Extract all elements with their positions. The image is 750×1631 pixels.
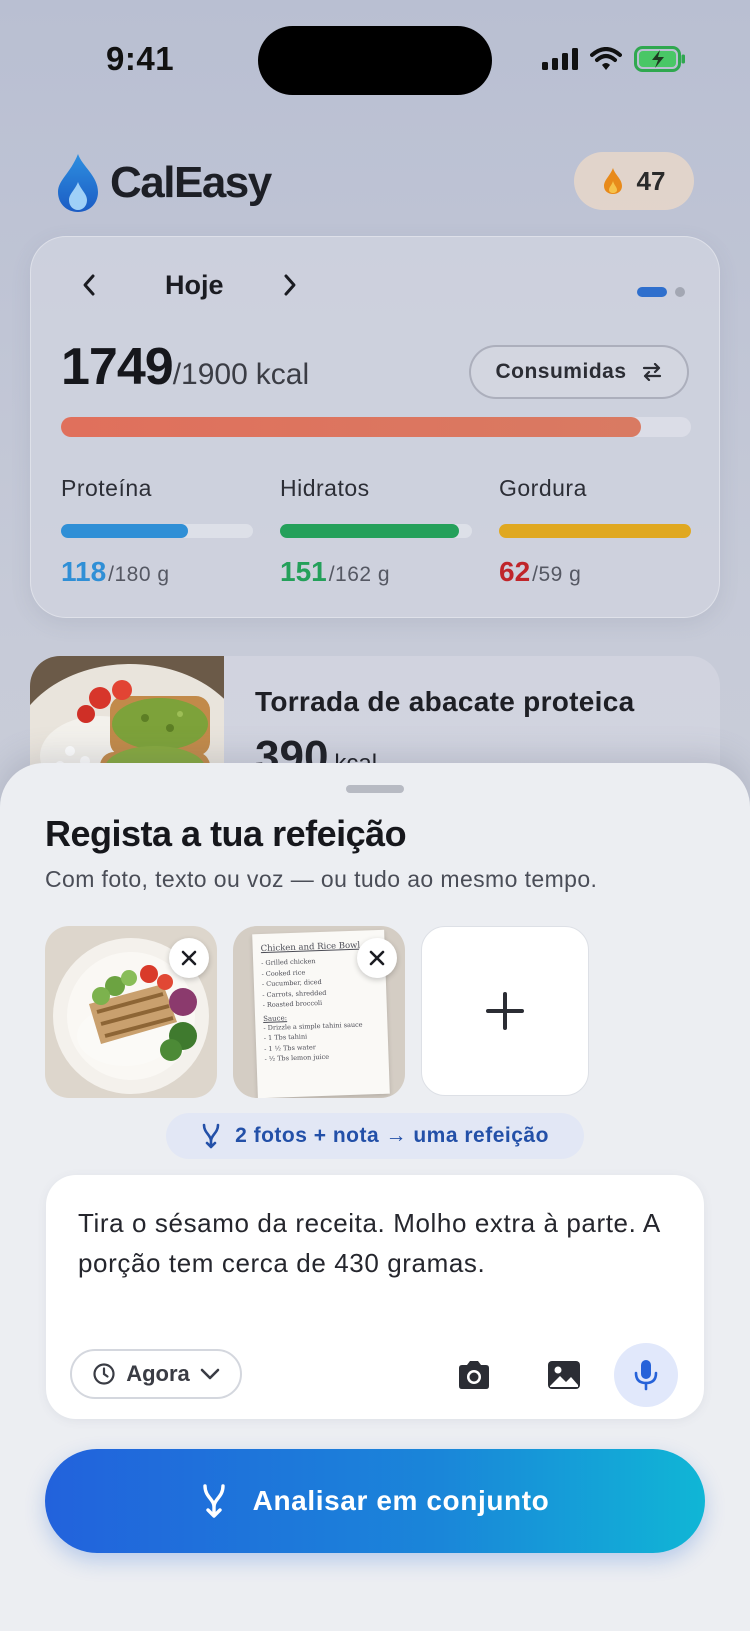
macro-progress-fill (499, 524, 691, 538)
macro-name: Hidratos (280, 475, 370, 501)
flame-icon (603, 168, 622, 194)
meal-title: Torrada de abacate proteica (255, 686, 635, 717)
meal-time-value: Agora (126, 1361, 190, 1386)
brand-name: CalEasy (110, 158, 272, 207)
streak-badge[interactable]: 47 (574, 152, 694, 210)
macro-value: 118/180 g (61, 556, 253, 588)
macro-progress-bar (61, 524, 253, 538)
wifi-icon (590, 47, 622, 70)
macro-item: Proteína 118/180 g (61, 475, 253, 588)
macro-progress-fill (61, 524, 188, 538)
sheet-title: Regista a tua refeição (45, 813, 407, 854)
macro-goal: /59 g (532, 563, 582, 586)
macro-goal: /162 g (328, 563, 391, 586)
log-meal-sheet: Regista a tua refeição Com foto, texto o… (0, 763, 750, 1631)
status-time: 9:41 (106, 40, 175, 77)
sheet-subtitle: Com foto, texto ou voz — ou tudo ao mesm… (45, 866, 598, 892)
sheet-grabber[interactable] (346, 785, 404, 793)
macro-amount: 118 (61, 556, 107, 587)
calorie-progress-bar (61, 417, 691, 437)
clock-icon (93, 1363, 115, 1385)
page-indicator[interactable] (637, 287, 685, 297)
recipe-sauce-lines: - Drizzle a simple tahini sauce - 1 Tbs t… (263, 1018, 380, 1064)
attachment-recipe-photo[interactable]: Chicken and Rice Bowl - Grilled chicken -… (233, 926, 405, 1098)
macro-item: Gordura 62/59 g (499, 475, 691, 588)
add-attachment-button[interactable] (421, 926, 589, 1096)
microphone-icon (634, 1360, 658, 1391)
chevron-right-icon (284, 274, 296, 296)
voice-input-button[interactable] (614, 1343, 678, 1407)
signal-icon (542, 48, 578, 70)
merge-icon (202, 1123, 220, 1149)
combine-summary-text: 2 fotos + nota → uma refeição (235, 1124, 549, 1147)
merge-icon (202, 1484, 225, 1518)
macro-item: Hidratos 151/162 g (280, 475, 472, 588)
macro-goal: /180 g (108, 563, 170, 586)
app-logo: CalEasy (56, 152, 272, 214)
image-icon (548, 1361, 580, 1389)
note-text[interactable]: Tira o sésamo da receita. Molho extra à … (78, 1203, 668, 1283)
kcal-goal: /1900 (172, 358, 248, 391)
camera-icon (459, 1361, 489, 1389)
chevron-left-icon (83, 274, 95, 296)
consumed-toggle-button[interactable]: Consumidas (469, 345, 689, 399)
macro-list: Proteína 118/180 g Hidratos 151/162 g Gordur… (61, 475, 691, 588)
daily-summary-card: Hoje 1749 /1900 kcal Consumidas Proteína… (30, 236, 720, 618)
calorie-progress-fill (61, 417, 641, 437)
calorie-total: 1749 /1900 kcal (61, 337, 309, 397)
macro-progress-bar (280, 524, 472, 538)
page-dot (675, 287, 685, 297)
day-label: Hoje (165, 269, 224, 300)
next-day-button[interactable] (272, 267, 308, 303)
analyze-together-label: Analisar em conjunto (252, 1485, 550, 1516)
analyze-together-button[interactable]: Analisar em conjunto (45, 1449, 705, 1553)
battery-icon (634, 46, 685, 72)
macro-progress-fill (280, 524, 459, 538)
swap-arrows-icon (642, 363, 661, 381)
macro-value: 151/162 g (280, 556, 472, 588)
macro-amount: 151 (280, 556, 327, 587)
app-header: CalEasy 47 (56, 150, 694, 220)
previous-day-button[interactable] (71, 267, 107, 303)
close-icon (369, 950, 385, 966)
page-dot-active (637, 287, 667, 297)
flame-logo-icon (58, 154, 98, 212)
macro-name: Gordura (499, 475, 587, 501)
close-icon (181, 950, 197, 966)
plus-icon (486, 992, 524, 1030)
status-bar: 9:41 (0, 0, 750, 120)
macro-amount: 62 (499, 556, 531, 587)
kcal-consumed: 1749 (61, 338, 174, 396)
remove-attachment-button[interactable] (169, 938, 209, 978)
attachment-list: Chicken and Rice Bowl - Grilled chicken -… (45, 926, 589, 1098)
gallery-button[interactable] (536, 1347, 592, 1403)
kcal-unit: kcal (255, 358, 310, 391)
note-input[interactable]: Tira o sésamo da receita. Molho extra à … (46, 1175, 704, 1419)
attachment-bowl-photo[interactable] (45, 926, 217, 1098)
macro-name: Proteína (61, 475, 152, 501)
streak-count: 47 (636, 165, 666, 196)
day-navigator: Hoje (71, 267, 308, 303)
meal-time-dropdown[interactable]: Agora (70, 1349, 242, 1399)
remove-attachment-button[interactable] (357, 938, 397, 978)
macro-value: 62/59 g (499, 556, 691, 588)
dynamic-island (258, 26, 492, 95)
combine-summary-chip: 2 fotos + nota → uma refeição (166, 1113, 584, 1159)
camera-button[interactable] (446, 1347, 502, 1403)
status-icons (542, 46, 686, 72)
chevron-down-icon (200, 1368, 220, 1380)
macro-progress-bar (499, 524, 691, 538)
toggle-label: Consumidas (495, 360, 627, 383)
